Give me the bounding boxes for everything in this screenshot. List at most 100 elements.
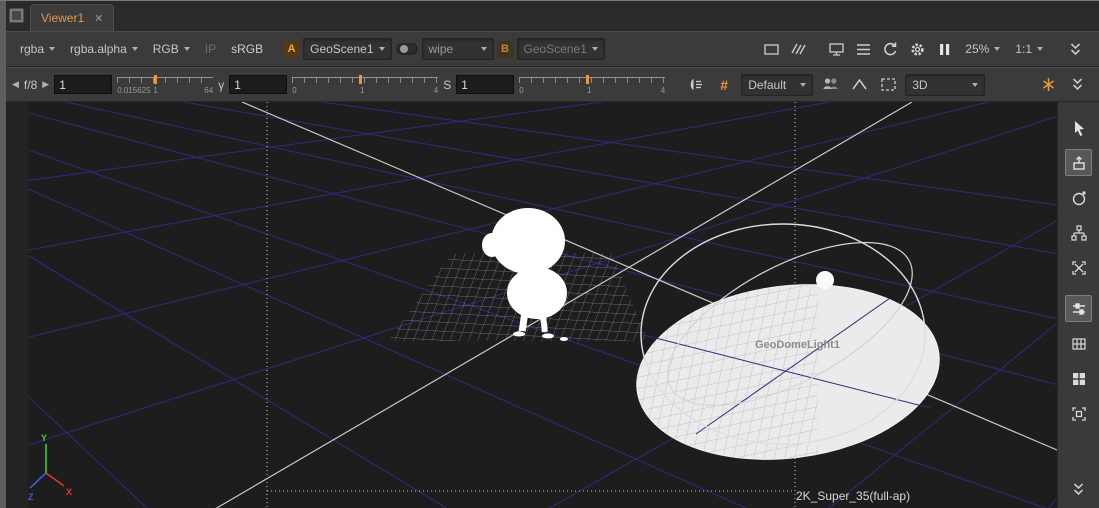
saturation-tick-labels: 0 1 4 — [519, 86, 665, 96]
pause-render-icon[interactable] — [932, 37, 956, 61]
multi-user-icon[interactable] — [818, 73, 842, 97]
overlay-dropdown[interactable]: Default — [741, 74, 813, 96]
tab-bar: Viewer1 ✕ — [6, 1, 1099, 31]
view-mode-dropdown[interactable]: 3D — [905, 74, 985, 96]
zoom-level-dropdown[interactable]: 25% — [959, 39, 1006, 59]
saturation-slider[interactable]: 0 1 4 — [519, 72, 665, 98]
chevron-down-icon — [49, 47, 55, 51]
zoom-value: 25% — [965, 42, 989, 56]
viewer-toolbar-top: rgba rgba.alpha RGB IP sRGB A GeoScene1 … — [6, 31, 1099, 67]
saturation-input[interactable]: 1 — [456, 75, 514, 94]
orange-gizmo-icon[interactable] — [1036, 73, 1060, 97]
axis-y-label: Y — [41, 433, 47, 443]
next-stop-button[interactable]: ▶ — [42, 79, 49, 90]
refresh-render-icon[interactable] — [878, 37, 902, 61]
mask-overlay-icon[interactable] — [786, 37, 810, 61]
select-tool-button[interactable] — [1065, 114, 1092, 141]
render-settings-gear-icon[interactable] — [905, 37, 929, 61]
viewer-window: Viewer1 ✕ rgba rgba.alpha RGB IP sRGB A … — [0, 0, 1099, 508]
chevron-down-icon — [994, 47, 1000, 51]
monitor-output-icon[interactable] — [824, 37, 848, 61]
gamma-handle[interactable] — [359, 75, 362, 84]
viewer-lut-button[interactable]: sRGB — [225, 39, 269, 59]
input-process-button[interactable]: IP — [199, 39, 222, 59]
scene-graph-button[interactable] — [1065, 219, 1092, 246]
collapse-row-chevrons-icon[interactable] — [1065, 73, 1089, 97]
geo-dome-light[interactable]: GeoDomeLight1 — [627, 209, 950, 475]
gamma-ruler — [292, 77, 438, 83]
input-a-source-dropdown[interactable]: GeoScene1 — [303, 38, 391, 60]
chevron-down-icon — [800, 83, 806, 87]
axis-x-label: X — [66, 487, 72, 497]
wipe-value: wipe — [429, 42, 454, 56]
rotate-tool-button[interactable] — [1065, 184, 1092, 211]
input-a-value: GeoScene1 — [310, 42, 373, 56]
pane-menu-button[interactable] — [9, 8, 24, 23]
scanline-mode-icon[interactable] — [851, 37, 875, 61]
gamma-input[interactable]: 1 — [229, 75, 287, 94]
view-mode-value: 3D — [912, 78, 927, 92]
gain-handle[interactable] — [154, 75, 157, 84]
gamma-slider[interactable]: 0 1 4 — [292, 72, 438, 98]
frame-selection-button[interactable] — [1065, 400, 1092, 427]
chevron-down-icon — [132, 47, 138, 51]
gamma-label: γ — [218, 78, 224, 92]
proxy-value: 1:1 — [1015, 42, 1032, 56]
alpha-layer-dropdown[interactable]: rgba.alpha — [64, 39, 144, 59]
saturation-ruler — [519, 77, 665, 83]
dome-light-label: GeoDomeLight1 — [755, 339, 840, 351]
3d-light-icon[interactable] — [683, 73, 707, 97]
channel-sliders-button[interactable] — [1065, 295, 1092, 322]
input-b-source-dropdown[interactable]: GeoScene1 — [517, 38, 605, 60]
grid-snap-icon[interactable]: # — [712, 73, 736, 97]
tab-close-icon[interactable]: ✕ — [94, 12, 103, 25]
world-axis-lines — [215, 102, 1057, 508]
roi-select-icon[interactable] — [876, 73, 900, 97]
chevron-down-icon — [1037, 47, 1043, 51]
left-gutter — [6, 102, 28, 508]
scale-tool-button[interactable] — [1065, 254, 1092, 281]
format-rect-icon[interactable] — [759, 37, 783, 61]
fstop-label: f/8 — [24, 78, 37, 92]
chevron-down-icon — [592, 47, 598, 51]
gain-slider[interactable]: 0.015625 1 64 — [117, 72, 213, 98]
saturation-label: S — [443, 78, 451, 92]
grid-warp-button[interactable] — [1065, 330, 1092, 357]
channel-value: RGB — [153, 42, 179, 56]
curve-overlay-icon[interactable] — [847, 73, 871, 97]
input-b-badge: B — [497, 41, 514, 58]
gamma-value: 1 — [234, 78, 241, 92]
collapse-side-toolbar-chevrons-icon[interactable] — [1065, 476, 1092, 503]
chevron-down-icon — [184, 47, 190, 51]
layer-dropdown[interactable]: rgba — [14, 39, 61, 59]
gain-ruler — [117, 77, 213, 83]
input-b-value: GeoScene1 — [524, 42, 587, 56]
saturation-value: 1 — [461, 78, 468, 92]
proxy-scale-dropdown[interactable]: 1:1 — [1009, 39, 1049, 59]
layout-quad-button[interactable] — [1065, 365, 1092, 392]
tab-label: Viewer1 — [41, 11, 84, 25]
gamma-tick-labels: 0 1 4 — [292, 86, 438, 96]
overlay-value: Default — [748, 78, 786, 92]
collapse-row-chevrons-icon[interactable] — [1063, 37, 1087, 61]
input-a-badge: A — [283, 41, 300, 58]
dome-handle-sphere[interactable] — [816, 271, 834, 289]
gain-input[interactable]: 1 — [54, 75, 112, 94]
viewport-3d[interactable]: GeoDomeLight1 2K_Super_35(full-ap) — [28, 102, 1057, 508]
translate-tool-button[interactable] — [1065, 149, 1092, 176]
axis-z-label: Z — [28, 492, 34, 502]
tab-viewer1[interactable]: Viewer1 ✕ — [30, 4, 114, 31]
viewer-side-toolbar — [1057, 102, 1099, 508]
alpha-value: rgba.alpha — [70, 42, 127, 56]
saturation-handle[interactable] — [586, 75, 589, 84]
channel-display-dropdown[interactable]: RGB — [147, 39, 196, 59]
chevron-down-icon — [972, 83, 978, 87]
gain-value: 1 — [59, 78, 66, 92]
wipe-mode-dropdown[interactable]: wipe — [422, 38, 494, 60]
format-label: 2K_Super_35(full-ap) — [796, 489, 910, 503]
gain-tick-labels: 0.015625 1 64 — [117, 86, 213, 96]
wipe-center-toggle[interactable] — [395, 37, 419, 61]
scene-canvas: GeoDomeLight1 2K_Super_35(full-ap) — [28, 102, 1057, 508]
viewer-toolbar-exposure: ◀ f/8 ▶ 1 0.015625 1 64 γ 1 0 1 4 S 1 — [6, 67, 1099, 102]
prev-stop-button[interactable]: ◀ — [12, 79, 19, 90]
